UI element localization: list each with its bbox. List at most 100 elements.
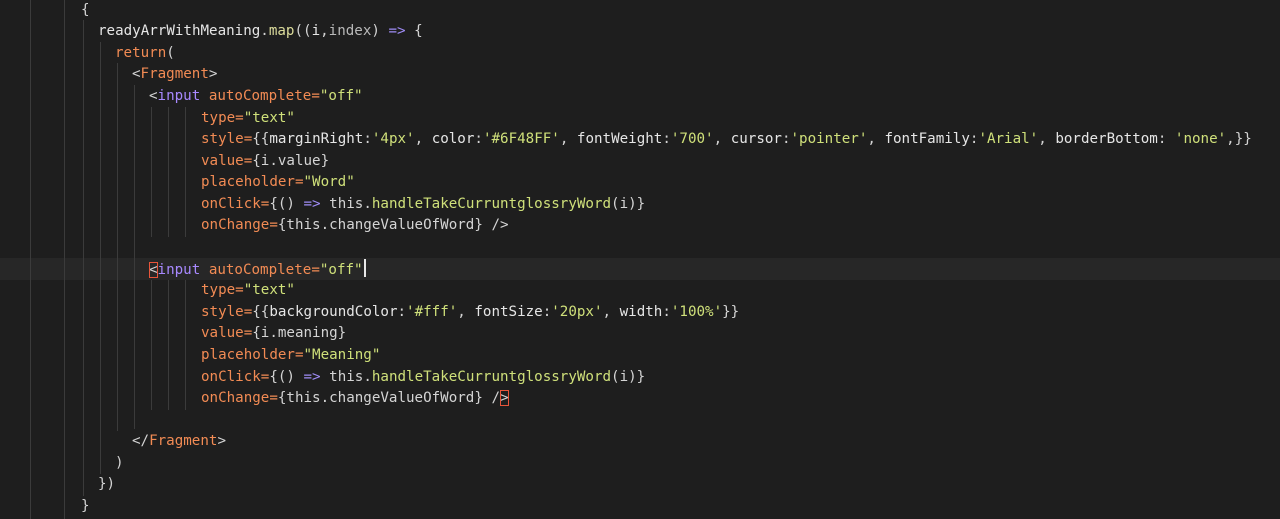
code-token: {i.meaning}: [252, 325, 347, 341]
code-token: }}: [722, 303, 740, 320]
code-line[interactable]: style={{backgroundColor:'#fff', fontSize…: [201, 302, 739, 324]
code-token: 'none': [1174, 131, 1227, 147]
indent-guide: [185, 107, 186, 237]
code-token: "text": [243, 282, 295, 298]
code-line[interactable]: onChange={this.changeValueOfWord} />: [201, 215, 509, 237]
code-line[interactable]: placeholder="Word": [201, 172, 355, 194]
code-token: '20px': [551, 303, 603, 320]
code-token: style: [201, 131, 244, 147]
code-token: placeholder: [201, 347, 295, 363]
code-token: {{: [252, 303, 270, 320]
code-token: color: [431, 131, 475, 147]
code-token: this: [329, 368, 364, 385]
code-token: '#fff': [406, 303, 458, 320]
code-line[interactable]: value={i.value}: [201, 151, 329, 173]
code-line[interactable]: <Fragment>: [132, 64, 217, 86]
code-token: =: [269, 217, 278, 233]
code-token: }): [98, 476, 116, 492]
code-token: autoComplete: [208, 88, 312, 104]
code-token: />: [491, 217, 509, 233]
code-token: handleTakeCurruntglossryWord: [371, 195, 612, 212]
code-token: (i)}: [611, 368, 646, 385]
code-line[interactable]: <input autoComplete="off": [149, 86, 363, 108]
code-token: =: [235, 109, 244, 126]
indent-guide: [168, 280, 169, 410]
code-token: =>: [303, 195, 321, 212]
code-token: type: [201, 282, 236, 298]
code-line[interactable]: }): [98, 474, 115, 496]
code-token: 'pointer': [790, 131, 868, 147]
indent-guide: [134, 85, 135, 429]
code-token: =: [243, 325, 253, 341]
code-line[interactable]: type="text": [201, 108, 295, 130]
code-token: </: [132, 433, 150, 449]
code-token: fontWeight: [576, 131, 663, 147]
code-token: readyArrWithMeaning: [98, 23, 261, 39]
code-line[interactable]: <input autoComplete="off": [149, 258, 366, 281]
code-token: >: [208, 66, 218, 82]
code-line[interactable]: readyArrWithMeaning.map((i,index) => {: [98, 21, 423, 43]
code-token: ,: [320, 23, 329, 39]
code-token: "off": [319, 88, 363, 104]
code-token: {: [81, 2, 90, 18]
code-line[interactable]: return(: [115, 43, 175, 65]
code-token: ((: [294, 23, 312, 39]
code-token: {{: [252, 131, 270, 147]
code-token: '#6F48FF': [482, 131, 560, 147]
code-token: ): [371, 23, 380, 39]
code-token: =: [294, 347, 304, 363]
code-token: =: [243, 152, 253, 169]
code-token: autoComplete: [208, 261, 312, 278]
code-token: this: [329, 195, 364, 212]
code-token: (i)}: [611, 195, 646, 212]
code-line[interactable]: type="text": [201, 280, 295, 302]
code-line[interactable]: value={i.meaning}: [201, 323, 346, 345]
indent-guide: [168, 107, 169, 237]
code-token: '700': [670, 131, 714, 147]
code-token: return: [115, 44, 167, 61]
indent-guide: [83, 20, 84, 496]
code-token: onChange: [201, 390, 270, 406]
code-token: '100%': [670, 303, 723, 320]
code-token: .: [363, 368, 372, 385]
code-line[interactable]: {: [81, 0, 90, 22]
code-line[interactable]: style={{marginRight:'4px', color:'#6F48F…: [201, 129, 1252, 151]
matching-bracket: <: [149, 261, 158, 278]
code-token: "Word": [303, 174, 355, 190]
code-token: type: [201, 109, 236, 126]
code-line[interactable]: onChange={this.changeValueOfWord} />: [201, 388, 509, 410]
code-token: onChange: [201, 217, 270, 233]
code-token: "off": [319, 261, 363, 278]
code-token: "Meaning": [303, 347, 381, 363]
code-token: >: [217, 433, 226, 449]
code-token: ): [115, 454, 124, 471]
code-token: =: [243, 131, 253, 147]
code-line[interactable]: onClick={() => this.handleTakeCurruntglo…: [201, 367, 645, 389]
indent-guide: [151, 107, 152, 237]
code-token: {: [414, 23, 423, 39]
code-token: Fragment: [149, 433, 218, 449]
code-line[interactable]: }: [81, 496, 90, 518]
text-cursor: [363, 258, 366, 277]
code-token: index: [328, 23, 372, 39]
code-token: <: [149, 88, 158, 104]
code-token: '4px': [371, 131, 415, 147]
code-line[interactable]: ): [115, 453, 124, 475]
code-line[interactable]: placeholder="Meaning": [201, 345, 380, 367]
code-token: borderBottom: [1055, 131, 1158, 147]
code-line[interactable]: onClick={() => this.handleTakeCurruntglo…: [201, 194, 645, 216]
code-token: =: [311, 261, 320, 278]
code-token: cursor: [730, 131, 782, 147]
code-line[interactable]: </Fragment>: [132, 431, 226, 453]
code-token: handleTakeCurruntglossryWord: [371, 368, 612, 385]
code-token: value: [201, 152, 244, 169]
code-token: input: [157, 88, 201, 104]
matching-bracket: >: [499, 390, 509, 406]
code-token: backgroundColor: [269, 303, 398, 320]
code-token: .: [363, 195, 372, 212]
code-token: map: [268, 23, 295, 39]
code-editor[interactable]: { readyArrWithMeaning.map((i,index) => {…: [0, 0, 1280, 519]
code-token: /: [491, 390, 500, 406]
code-token: {this.changeValueOfWord}: [277, 217, 483, 233]
code-token: onClick: [201, 195, 261, 212]
